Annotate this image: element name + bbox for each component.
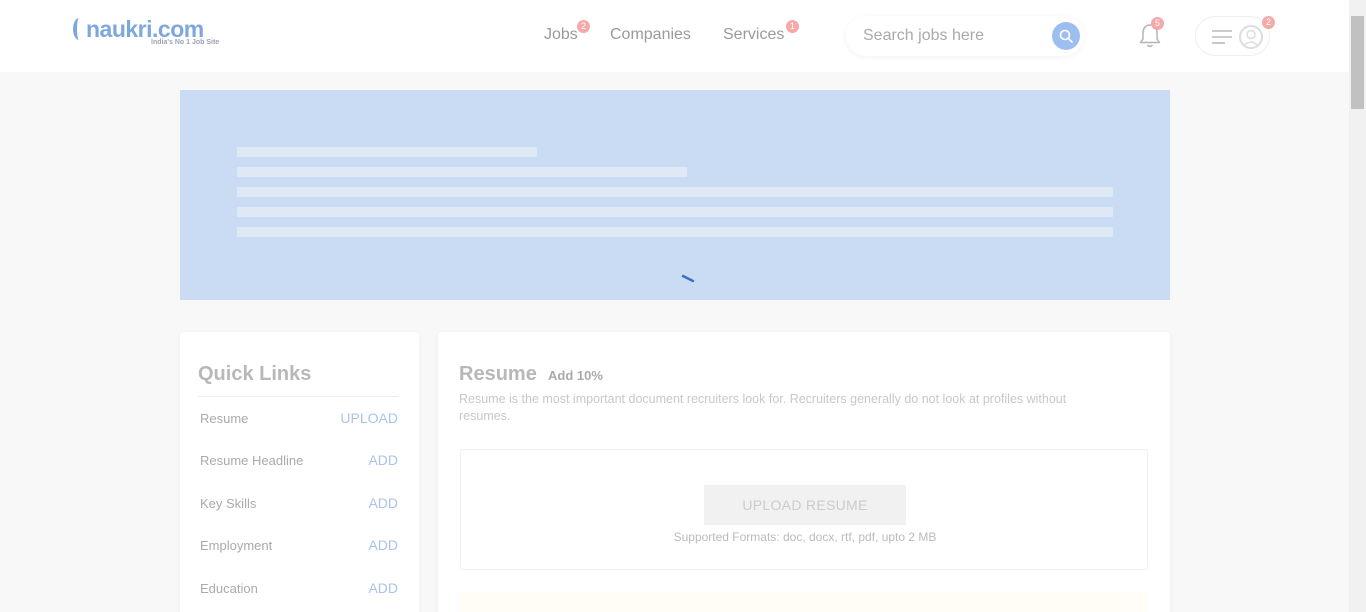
resume-title: Resume — [459, 363, 537, 385]
search-input[interactable] — [863, 25, 1033, 47]
quick-link-label: Resume Headline — [200, 453, 304, 468]
skeleton-line — [237, 147, 537, 157]
quick-link-education: Education ADD — [200, 580, 398, 601]
nav-companies-label: Companies — [610, 26, 691, 43]
quick-link-action[interactable]: ADD — [368, 452, 398, 468]
info-strip — [460, 592, 1148, 612]
skeleton-line — [237, 167, 687, 177]
user-avatar-icon — [1239, 25, 1263, 49]
quick-link-action[interactable]: ADD — [368, 580, 398, 596]
resume-completion-hint: Add 10% — [548, 368, 603, 383]
top-header: naukri.com India's No 1 Job Site Jobs 2 … — [0, 0, 1349, 72]
resume-upload-area: UPLOAD RESUME Supported Formats: doc, do… — [460, 449, 1148, 570]
profile-badge: 2 — [1262, 16, 1275, 29]
quick-links-card: Quick Links Resume UPLOAD Resume Headlin… — [180, 332, 419, 612]
quick-link-label: Employment — [200, 538, 273, 553]
supported-formats-text: Supported Formats: doc, docx, rtf, pdf, … — [673, 530, 937, 544]
quick-link-label: Education — [200, 581, 258, 596]
profile-menu-button[interactable]: 2 — [1195, 16, 1275, 56]
hamburger-icon — [1212, 30, 1232, 44]
quick-link-action[interactable]: ADD — [368, 537, 398, 553]
page-scrollbar[interactable] — [1349, 0, 1366, 612]
quick-link-action[interactable]: UPLOAD — [340, 410, 398, 426]
scrollbar-thumb[interactable] — [1351, 16, 1364, 109]
resume-description: Resume is the most important document re… — [459, 392, 1067, 423]
upload-resume-button[interactable]: UPLOAD RESUME — [704, 485, 906, 525]
quick-link-action[interactable]: ADD — [368, 495, 398, 511]
nav-jobs-label: Jobs — [544, 26, 578, 43]
nav-services-label: Services — [723, 26, 785, 43]
search-bar — [846, 16, 1084, 56]
nav-companies[interactable]: Companies — [610, 26, 691, 44]
notifications-button[interactable]: 5 — [1138, 17, 1164, 50]
skeleton-line — [237, 227, 1113, 237]
quick-link-label: Key Skills — [200, 496, 257, 511]
nav-services[interactable]: Services 1 — [723, 20, 799, 44]
logo-tagline: India's No 1 Job Site — [151, 39, 220, 46]
profile-banner-loading — [180, 90, 1170, 300]
notification-badge: 5 — [1151, 17, 1164, 30]
search-button[interactable] — [1052, 22, 1080, 50]
quick-link-resume-headline: Resume Headline ADD — [200, 452, 398, 473]
skeleton-line — [237, 207, 1113, 217]
quick-link-key-skills: Key Skills ADD — [200, 495, 398, 516]
loading-spinner-icon — [681, 274, 695, 283]
skeleton-line — [237, 187, 1113, 197]
resume-card: Resume Add 10% Resume is the most import… — [438, 332, 1170, 612]
quick-link-label: Resume — [200, 411, 249, 426]
quick-link-resume: Resume UPLOAD — [200, 410, 398, 431]
logo-swoosh-icon — [73, 18, 85, 40]
divider — [198, 396, 398, 397]
nav-jobs[interactable]: Jobs 2 — [544, 20, 590, 44]
services-badge: 1 — [786, 20, 799, 33]
jobs-badge: 2 — [577, 20, 590, 33]
quick-link-employment: Employment ADD — [200, 537, 398, 558]
search-icon — [1059, 29, 1073, 43]
naukri-logo[interactable]: naukri.com India's No 1 Job Site — [73, 16, 234, 50]
quick-links-title: Quick Links — [198, 363, 312, 385]
